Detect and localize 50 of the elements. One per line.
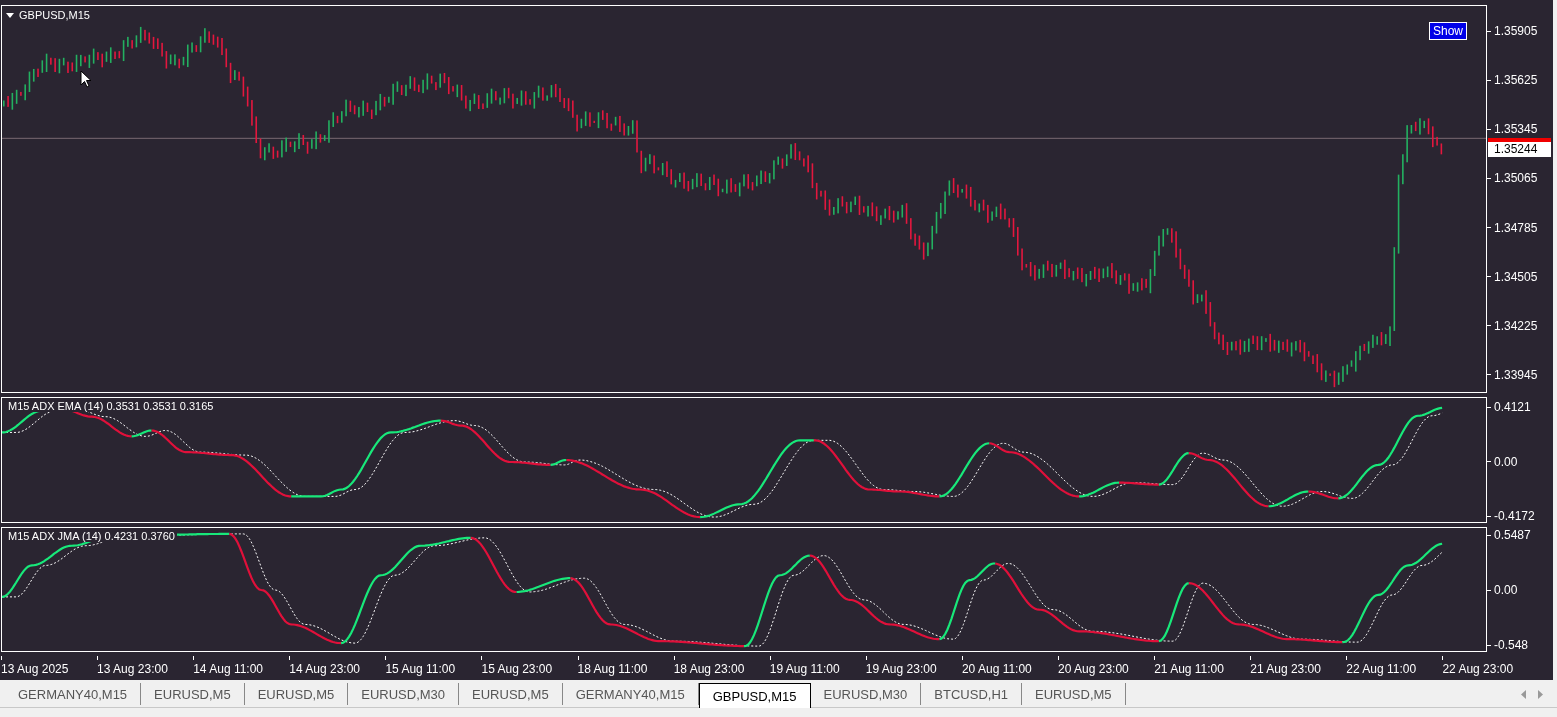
price-tick-label: 1.35905: [1494, 24, 1538, 38]
price-tick-label: 1.34505: [1494, 269, 1538, 284]
chart-tab[interactable]: EURUSD,M30: [810, 683, 922, 705]
price-tick-label: 1.34225: [1494, 318, 1538, 333]
indicator-tick-label: 0.5487: [1494, 528, 1531, 542]
time-axis-label: 22 Aug 23:00: [1442, 662, 1514, 676]
price-tick-label: 1.33945: [1494, 368, 1538, 382]
time-axis-label: 15 Aug 23:00: [481, 662, 553, 676]
time-axis-label: 22 Aug 11:00: [1346, 662, 1417, 676]
time-axis-label: 13 Aug 2025: [1, 662, 69, 676]
chart-tab[interactable]: GBPUSD,M15: [698, 683, 811, 708]
indicator-tick-label: 0.4121: [1494, 400, 1531, 414]
price-tick-label: 1.34785: [1494, 220, 1538, 235]
time-axis-label: 20 Aug 23:00: [1058, 662, 1129, 676]
indicator-tick-label: -0.548: [1494, 638, 1529, 652]
time-axis-label: 21 Aug 23:00: [1250, 662, 1321, 676]
time-axis-label: 14 Aug 11:00: [193, 662, 264, 676]
bid-price-label: 1.35244: [1488, 142, 1551, 157]
time-axis-label: 14 Aug 23:00: [289, 662, 360, 676]
time-axis-label: 20 Aug 11:00: [961, 662, 1032, 676]
chart-tab[interactable]: EURUSD,M5: [1022, 683, 1126, 705]
chart-tab[interactable]: BTCUSD,H1: [921, 683, 1022, 705]
time-axis-label: 21 Aug 11:00: [1154, 662, 1224, 676]
dropdown-triangle-icon[interactable]: [6, 12, 14, 18]
scroll-left-icon[interactable]: [1521, 690, 1526, 699]
time-axis-label: 19 Aug 11:00: [769, 662, 840, 676]
time-axis-label: 18 Aug 11:00: [577, 662, 648, 676]
show-button[interactable]: Show: [1428, 22, 1467, 40]
time-axis-label: 19 Aug 23:00: [865, 662, 937, 676]
price-tick-label: 1.35065: [1494, 171, 1538, 186]
scroll-right-icon[interactable]: [1538, 690, 1543, 699]
chart-symbol-label: GBPUSD,M15: [19, 9, 90, 21]
chart-tab[interactable]: EURUSD,M5: [141, 683, 245, 705]
chart-tab[interactable]: GERMANY40,M15: [562, 683, 699, 705]
indicator-tick-label: -0.4172: [1494, 509, 1535, 523]
chart-tab[interactable]: EURUSD,M5: [244, 683, 349, 705]
time-axis-label: 13 Aug 23:00: [97, 662, 168, 676]
indicator-tick-label: 0.00: [1494, 454, 1518, 469]
time-axis-label: 15 Aug 11:00: [385, 662, 456, 676]
chart-tab[interactable]: EURUSD,M5: [459, 683, 563, 705]
price-marker: [1488, 138, 1551, 142]
indicator-label: M15 ADX EMA (14) 0.3531 0.3531 0.3165: [6, 400, 216, 412]
price-tick-label: 1.35345: [1494, 122, 1538, 137]
chart-tab[interactable]: GERMANY40,M15: [5, 683, 142, 705]
indicator-tick-label: 0.00: [1494, 583, 1518, 597]
price-tick-label: 1.35625: [1494, 73, 1538, 88]
chart-tab[interactable]: EURUSD,M30: [348, 683, 460, 705]
indicator-label: M15 ADX JMA (14) 0.4231 0.3760: [6, 530, 177, 542]
time-axis-label: 18 Aug 23:00: [673, 662, 745, 676]
mouse-cursor-icon: [80, 70, 92, 88]
